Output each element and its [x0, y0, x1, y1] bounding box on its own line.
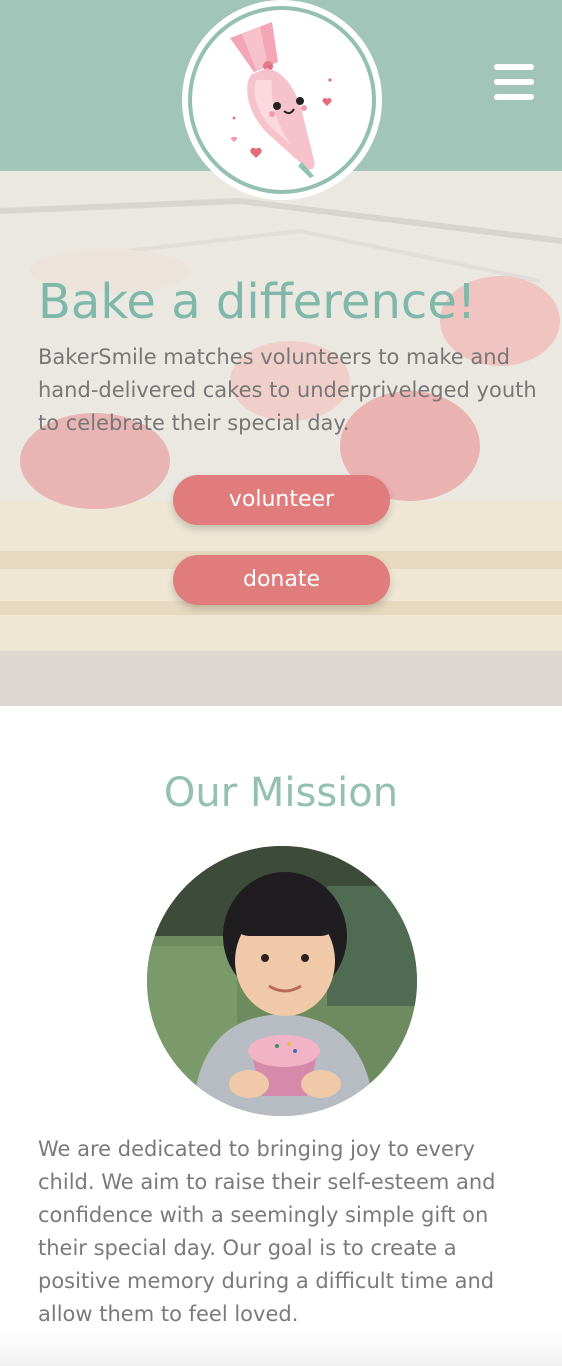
- page-bottom-fade: [0, 1330, 562, 1366]
- volunteer-button[interactable]: volunteer: [173, 475, 390, 525]
- piping-bag-mascot-icon: [230, 22, 332, 178]
- hero-title: Bake a difference!: [38, 274, 477, 330]
- donate-button[interactable]: donate: [173, 555, 390, 605]
- menu-bar: [494, 64, 534, 70]
- mission-title: Our Mission: [163, 770, 399, 816]
- menu-bar: [494, 79, 534, 85]
- mission-description: We are dedicated to bringing joy to ever…: [38, 1137, 496, 1326]
- hamburger-menu-icon[interactable]: [490, 62, 536, 102]
- child-holding-cupcake-photo: [147, 846, 417, 1116]
- logo[interactable]: [182, 0, 382, 200]
- hero-description: BakerSmile matches volunteers to make an…: [38, 345, 537, 435]
- menu-bar: [494, 94, 534, 100]
- hero-section: Bake a difference! BakerSmile matches vo…: [0, 171, 562, 706]
